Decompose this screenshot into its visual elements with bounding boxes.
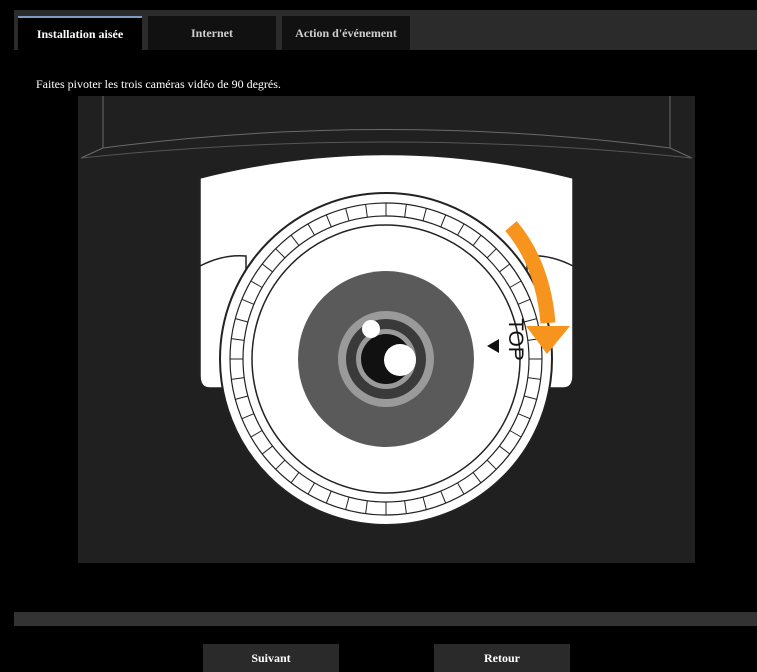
- camera-illustration: TOP: [78, 96, 695, 563]
- instruction-text: Faites pivoter les trois caméras vidéo d…: [36, 77, 281, 91]
- main-content: Faites pivoter les trois caméras vidéo d…: [14, 50, 757, 612]
- footer-separator: [14, 612, 757, 626]
- ceiling-mount-outline: [102, 96, 671, 149]
- tab-bar: Installation aisée Internet Action d'évé…: [14, 10, 757, 50]
- tab-installation-aisee[interactable]: Installation aisée: [18, 16, 142, 50]
- tab-action-evenement[interactable]: Action d'événement: [282, 16, 410, 50]
- left-margin: [0, 0, 14, 668]
- tab-internet[interactable]: Internet: [148, 16, 276, 50]
- top-marker-label: TOP: [504, 318, 527, 361]
- footer-bar: Suivant Retour: [14, 626, 757, 672]
